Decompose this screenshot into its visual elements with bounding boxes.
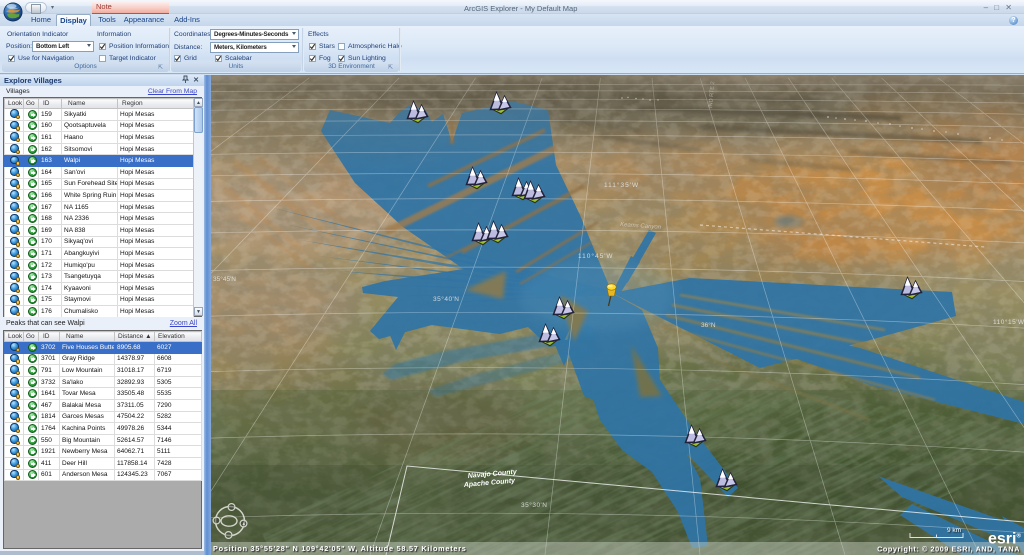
svg-text:36°N: 36°N — [701, 321, 716, 329]
svg-text:110°15'W: 110°15'W — [993, 318, 1024, 326]
svg-text:35°40'N: 35°40'N — [433, 295, 460, 303]
svg-text:110°45'W: 110°45'W — [578, 252, 614, 260]
svg-text:35°45'N: 35°45'N — [213, 275, 236, 283]
svg-text:35°30'N: 35°30'N — [521, 501, 548, 509]
svg-text:Position 35°55'28" N 109°42: Position 35°55'28" N 109°42'05" W, Altit… — [213, 544, 467, 553]
svg-text:9 km: 9 km — [947, 527, 961, 534]
svg-text:esri®: esri® — [988, 531, 1021, 548]
svg-text:111°35'W: 111°35'W — [604, 181, 639, 189]
